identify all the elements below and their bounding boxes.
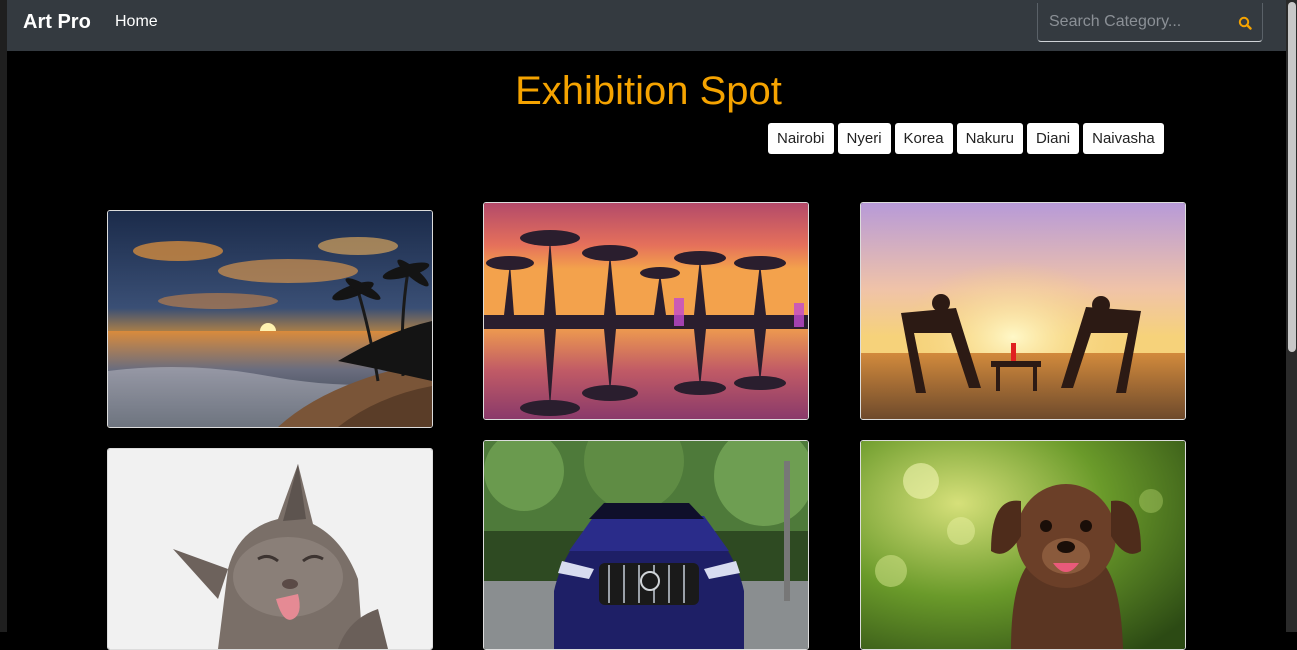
category-korea-button[interactable]: Korea [894, 123, 953, 154]
navbar: Art Pro Home [7, 0, 1286, 51]
category-nakuru-button[interactable]: Nakuru [956, 123, 1023, 154]
beach-sunset-photo [108, 211, 432, 427]
gallery-card[interactable] [860, 440, 1186, 650]
search-icon[interactable] [1238, 16, 1252, 30]
nav-home-link[interactable]: Home [115, 13, 158, 31]
beach-chairs-photo [861, 203, 1185, 419]
palm-reflection-photo [484, 203, 808, 419]
search-input[interactable] [1038, 3, 1239, 41]
cat-photo [108, 449, 432, 649]
category-naivasha-button[interactable]: Naivasha [1083, 123, 1164, 154]
gallery-card[interactable] [107, 210, 433, 428]
page-title: Exhibition Spot [515, 69, 782, 113]
gallery-card[interactable] [860, 202, 1186, 420]
gallery-card[interactable] [483, 202, 809, 420]
gallery-card[interactable] [107, 448, 433, 650]
puppy-photo [861, 441, 1185, 649]
category-nyeri-button[interactable]: Nyeri [837, 123, 891, 154]
gallery-card[interactable] [483, 440, 809, 650]
search-box [1037, 3, 1263, 42]
category-filters: Nairobi Nyeri Korea Nakuru Diani Naivash… [768, 123, 1164, 154]
scrollbar-thumb[interactable] [1288, 2, 1296, 352]
category-nairobi-button[interactable]: Nairobi [768, 123, 834, 154]
car-photo [484, 441, 808, 649]
brand-logo[interactable]: Art Pro [23, 11, 91, 34]
category-diani-button[interactable]: Diani [1026, 123, 1080, 154]
